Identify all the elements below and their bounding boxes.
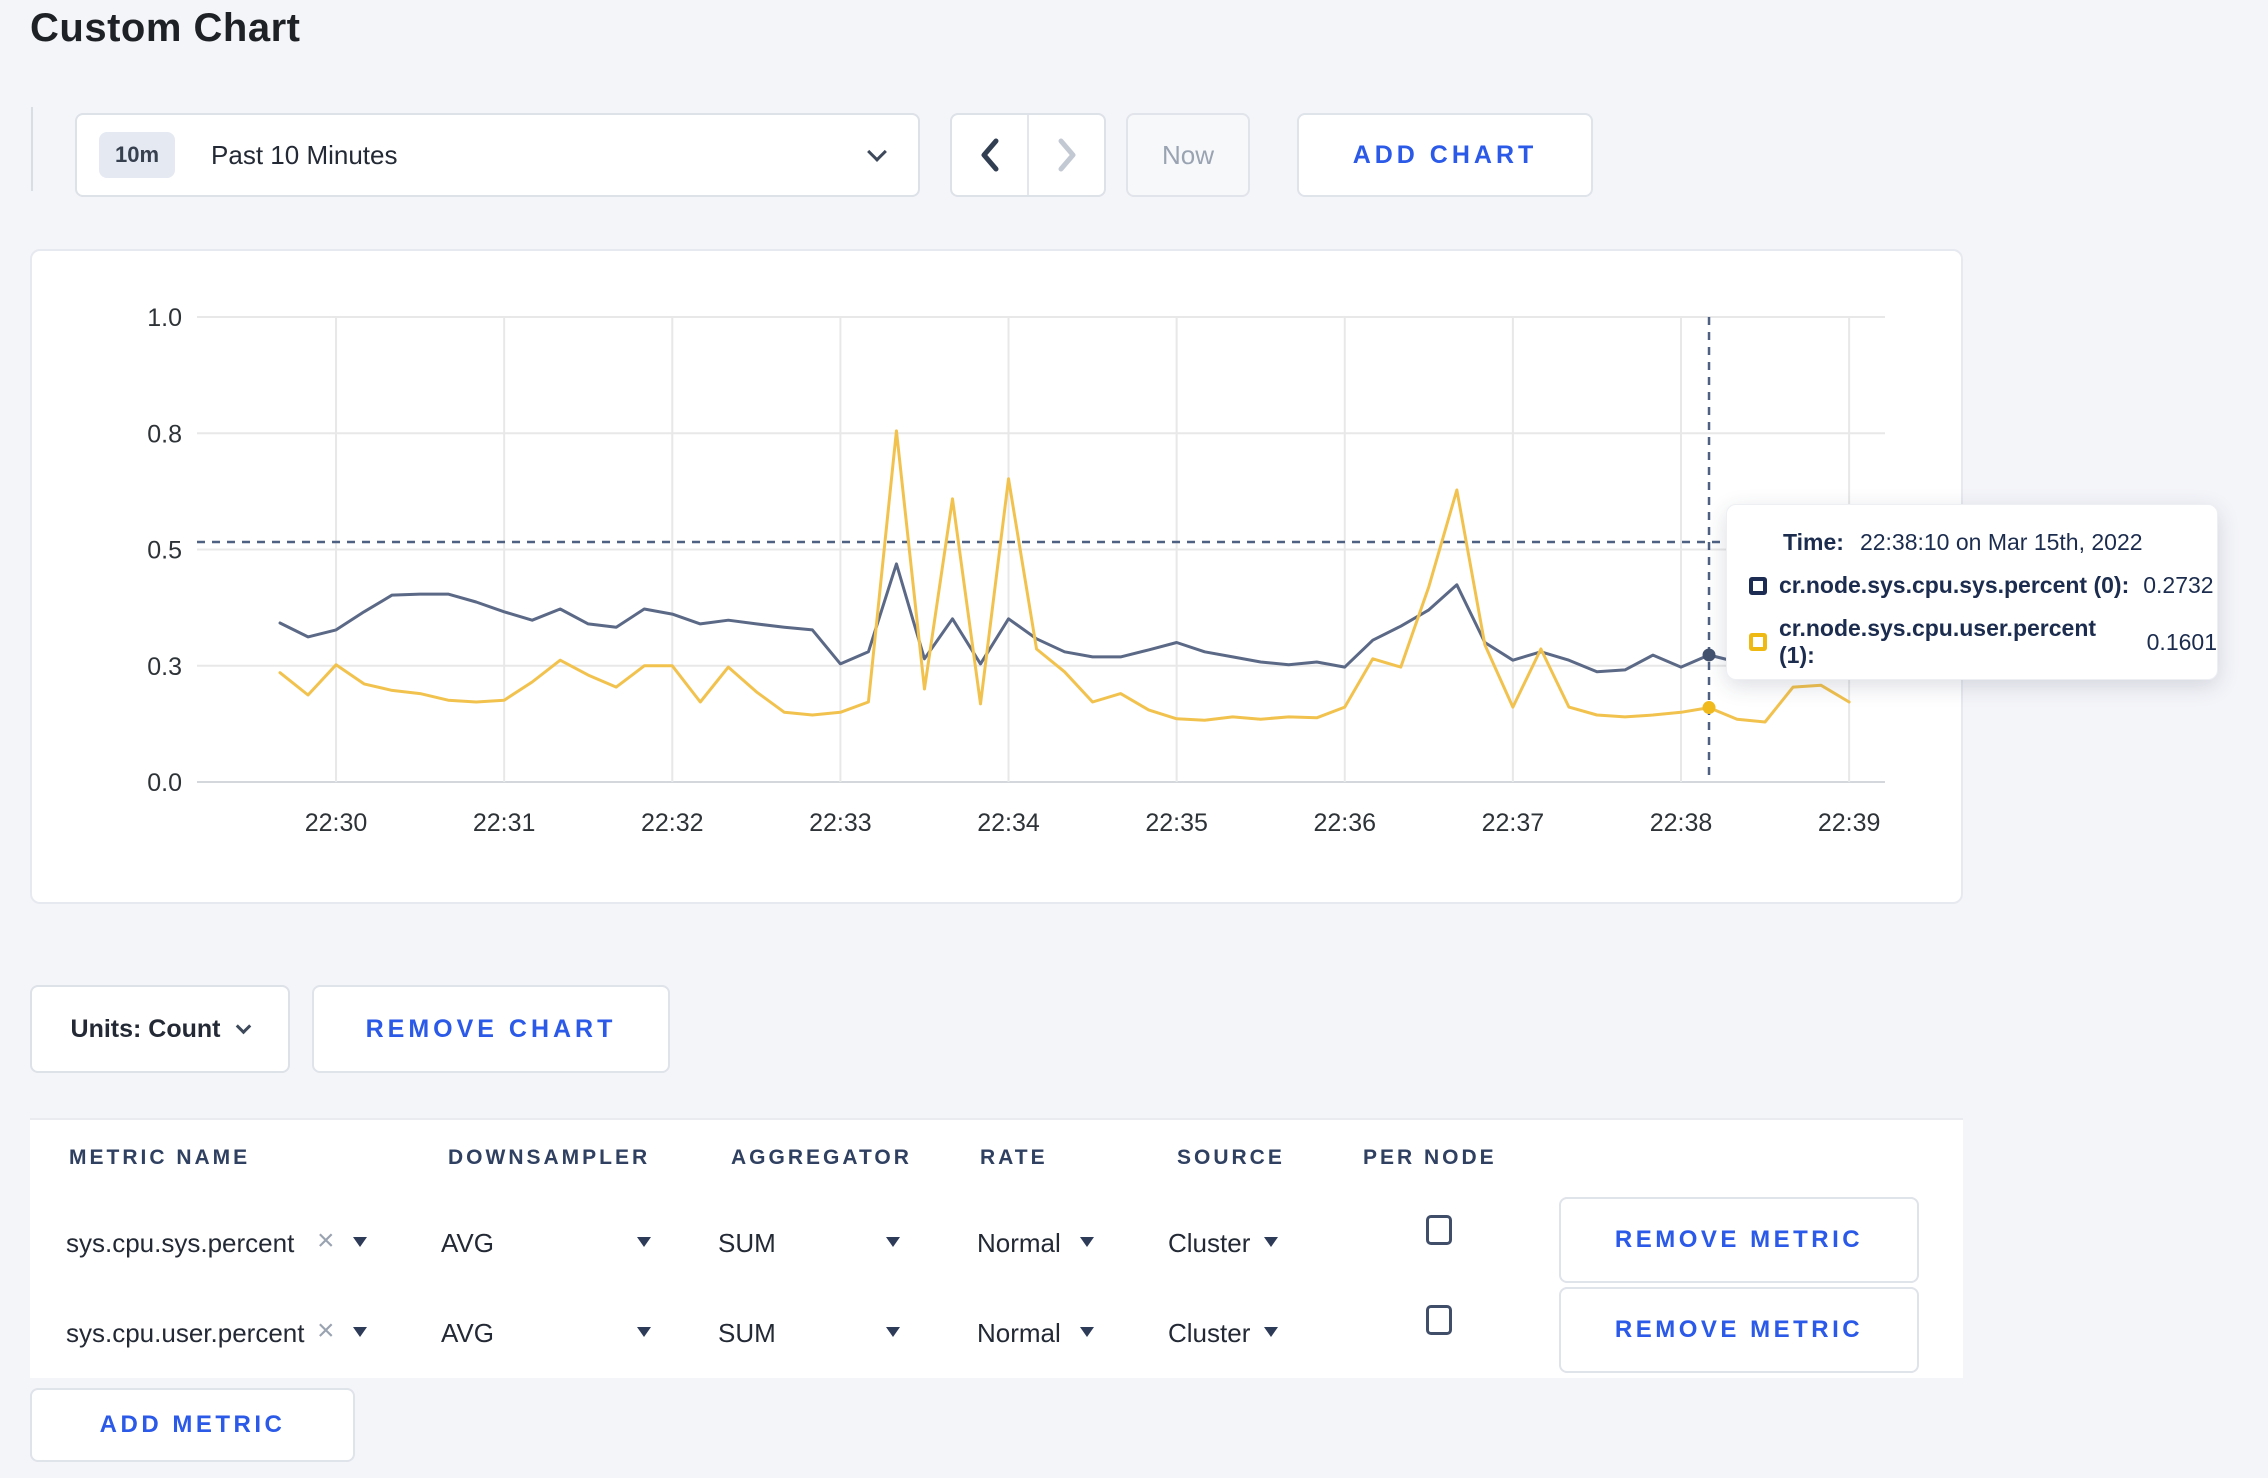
prev-time-button[interactable] [952, 115, 1027, 195]
per-node-checkbox[interactable] [1426, 1305, 1452, 1335]
x-axis-tick-label: 22:32 [641, 809, 704, 837]
add-metric-button[interactable]: ADD METRIC [30, 1388, 355, 1462]
y-axis-tick-label: 1.0 [147, 304, 182, 332]
time-range-dropdown[interactable]: 10m Past 10 Minutes [75, 113, 920, 197]
x-axis-tick-label: 22:37 [1482, 809, 1545, 837]
col-header-metric-name: METRIC NAME [69, 1146, 251, 1169]
per-node-checkbox[interactable] [1426, 1215, 1452, 1245]
custom-chart-page: Custom Chart 10m Past 10 Minutes Now ADD… [0, 0, 2268, 1478]
aggregator-select[interactable]: SUM [718, 1318, 776, 1349]
y-axis-tick-label: 0.8 [147, 420, 182, 448]
x-axis-tick-label: 22:31 [473, 809, 536, 837]
tooltip-time-row: Time: 22:38:10 on Mar 15th, 2022 [1749, 529, 2217, 556]
tooltip-series-value: 0.2732 [2143, 572, 2214, 598]
downsampler-select[interactable]: AVG [441, 1228, 494, 1259]
chevron-down-icon [236, 1018, 252, 1034]
x-axis-tick-label: 22:39 [1818, 809, 1881, 837]
col-header-aggregator: AGGREGATOR [731, 1146, 912, 1169]
chevron-down-icon [867, 142, 887, 162]
metric-caret-icon[interactable] [353, 1237, 367, 1247]
rate-select[interactable]: Normal [977, 1318, 1061, 1349]
metrics-table: METRIC NAME DOWNSAMPLER AGGREGATOR RATE … [30, 1118, 1963, 1378]
user-series-swatch-icon [1749, 633, 1767, 651]
source-select[interactable]: Cluster [1168, 1228, 1250, 1259]
downsampler-caret-icon[interactable] [637, 1237, 651, 1247]
metric-name-select[interactable]: sys.cpu.sys.percent [66, 1228, 294, 1259]
units-dropdown[interactable]: Units: Count [30, 985, 290, 1073]
tooltip-series-row: cr.node.sys.cpu.user.percent (1): 0.1601 [1749, 615, 2217, 669]
rate-select[interactable]: Normal [977, 1228, 1061, 1259]
chart-tooltip: Time: 22:38:10 on Mar 15th, 2022 cr.node… [1726, 504, 2218, 680]
source-caret-icon[interactable] [1264, 1327, 1278, 1337]
downsampler-caret-icon[interactable] [637, 1327, 651, 1337]
x-axis-tick-label: 22:35 [1145, 809, 1208, 837]
tooltip-series-row: cr.node.sys.cpu.sys.percent (0): 0.2732 [1749, 572, 2217, 599]
x-axis-tick-label: 22:33 [809, 809, 872, 837]
aggregator-select[interactable]: SUM [718, 1228, 776, 1259]
col-header-source: SOURCE [1177, 1146, 1285, 1169]
x-axis-tick-label: 22:36 [1313, 809, 1376, 837]
add-chart-button[interactable]: ADD CHART [1297, 113, 1593, 197]
time-step-controls [950, 113, 1106, 197]
tooltip-series-value: 0.1601 [2146, 628, 2217, 655]
y-axis-tick-label: 0.0 [147, 769, 182, 797]
sys-series-swatch-icon [1749, 576, 1767, 595]
hover-point-cr.node.sys.cpu.sys.percent [1702, 648, 1716, 662]
tooltip-time-label: Time: [1783, 529, 1844, 555]
col-header-downsampler: DOWNSAMPLER [448, 1146, 651, 1169]
x-axis-tick-label: 22:30 [305, 809, 368, 837]
downsampler-select[interactable]: AVG [441, 1318, 494, 1349]
y-axis-tick-label: 0.3 [147, 653, 182, 681]
tooltip-time-value: 22:38:10 on Mar 15th, 2022 [1859, 529, 2143, 555]
aggregator-caret-icon[interactable] [886, 1237, 900, 1247]
rate-caret-icon[interactable] [1080, 1237, 1094, 1247]
y-axis-tick-label: 0.5 [147, 537, 182, 565]
next-time-button[interactable] [1027, 115, 1104, 195]
toolbar-divider [31, 107, 33, 191]
units-label: Units: Count [70, 1014, 221, 1043]
x-axis-tick-label: 22:38 [1650, 809, 1713, 837]
source-select[interactable]: Cluster [1168, 1318, 1250, 1349]
remove-metric-button[interactable]: REMOVE METRIC [1559, 1287, 1919, 1373]
tooltip-series-name: cr.node.sys.cpu.user.percent (1): [1779, 615, 2097, 668]
series-line-cr.node.sys.cpu.user.percent [278, 429, 1851, 724]
remove-chart-button[interactable]: REMOVE CHART [312, 985, 670, 1073]
chevron-right-icon [1058, 138, 1075, 172]
series-line-cr.node.sys.cpu.sys.percent [278, 562, 1851, 674]
cpu-usage-line-chart[interactable]: 0.0 0.3 0.5 0.8 1.0 22:30 22:31 22:32 22:33 22:34… [32, 251, 1965, 906]
source-caret-icon[interactable] [1264, 1237, 1278, 1247]
metric-name-select[interactable]: sys.cpu.user.percent [66, 1318, 304, 1349]
metric-caret-icon[interactable] [353, 1327, 367, 1337]
page-title: Custom Chart [30, 6, 301, 50]
col-header-per-node: PER NODE [1363, 1146, 1497, 1169]
col-header-rate: RATE [980, 1146, 1048, 1169]
rate-caret-icon[interactable] [1080, 1327, 1094, 1337]
aggregator-caret-icon[interactable] [886, 1327, 900, 1337]
chart-card: 0.0 0.3 0.5 0.8 1.0 22:30 22:31 22:32 22:33 22:34… [30, 249, 1963, 904]
time-range-badge: 10m [99, 132, 176, 178]
chevron-left-icon [981, 138, 998, 172]
clear-metric-icon[interactable]: × [317, 1314, 335, 1348]
time-range-label: Past 10 Minutes [211, 139, 398, 170]
clear-metric-icon[interactable]: × [317, 1224, 335, 1258]
x-axis-tick-label: 22:34 [977, 809, 1040, 837]
remove-metric-button[interactable]: REMOVE METRIC [1559, 1197, 1919, 1283]
now-button[interactable]: Now [1126, 113, 1250, 197]
tooltip-series-name: cr.node.sys.cpu.sys.percent (0): [1779, 572, 2130, 598]
hover-point-cr.node.sys.cpu.user.percent [1702, 701, 1716, 715]
